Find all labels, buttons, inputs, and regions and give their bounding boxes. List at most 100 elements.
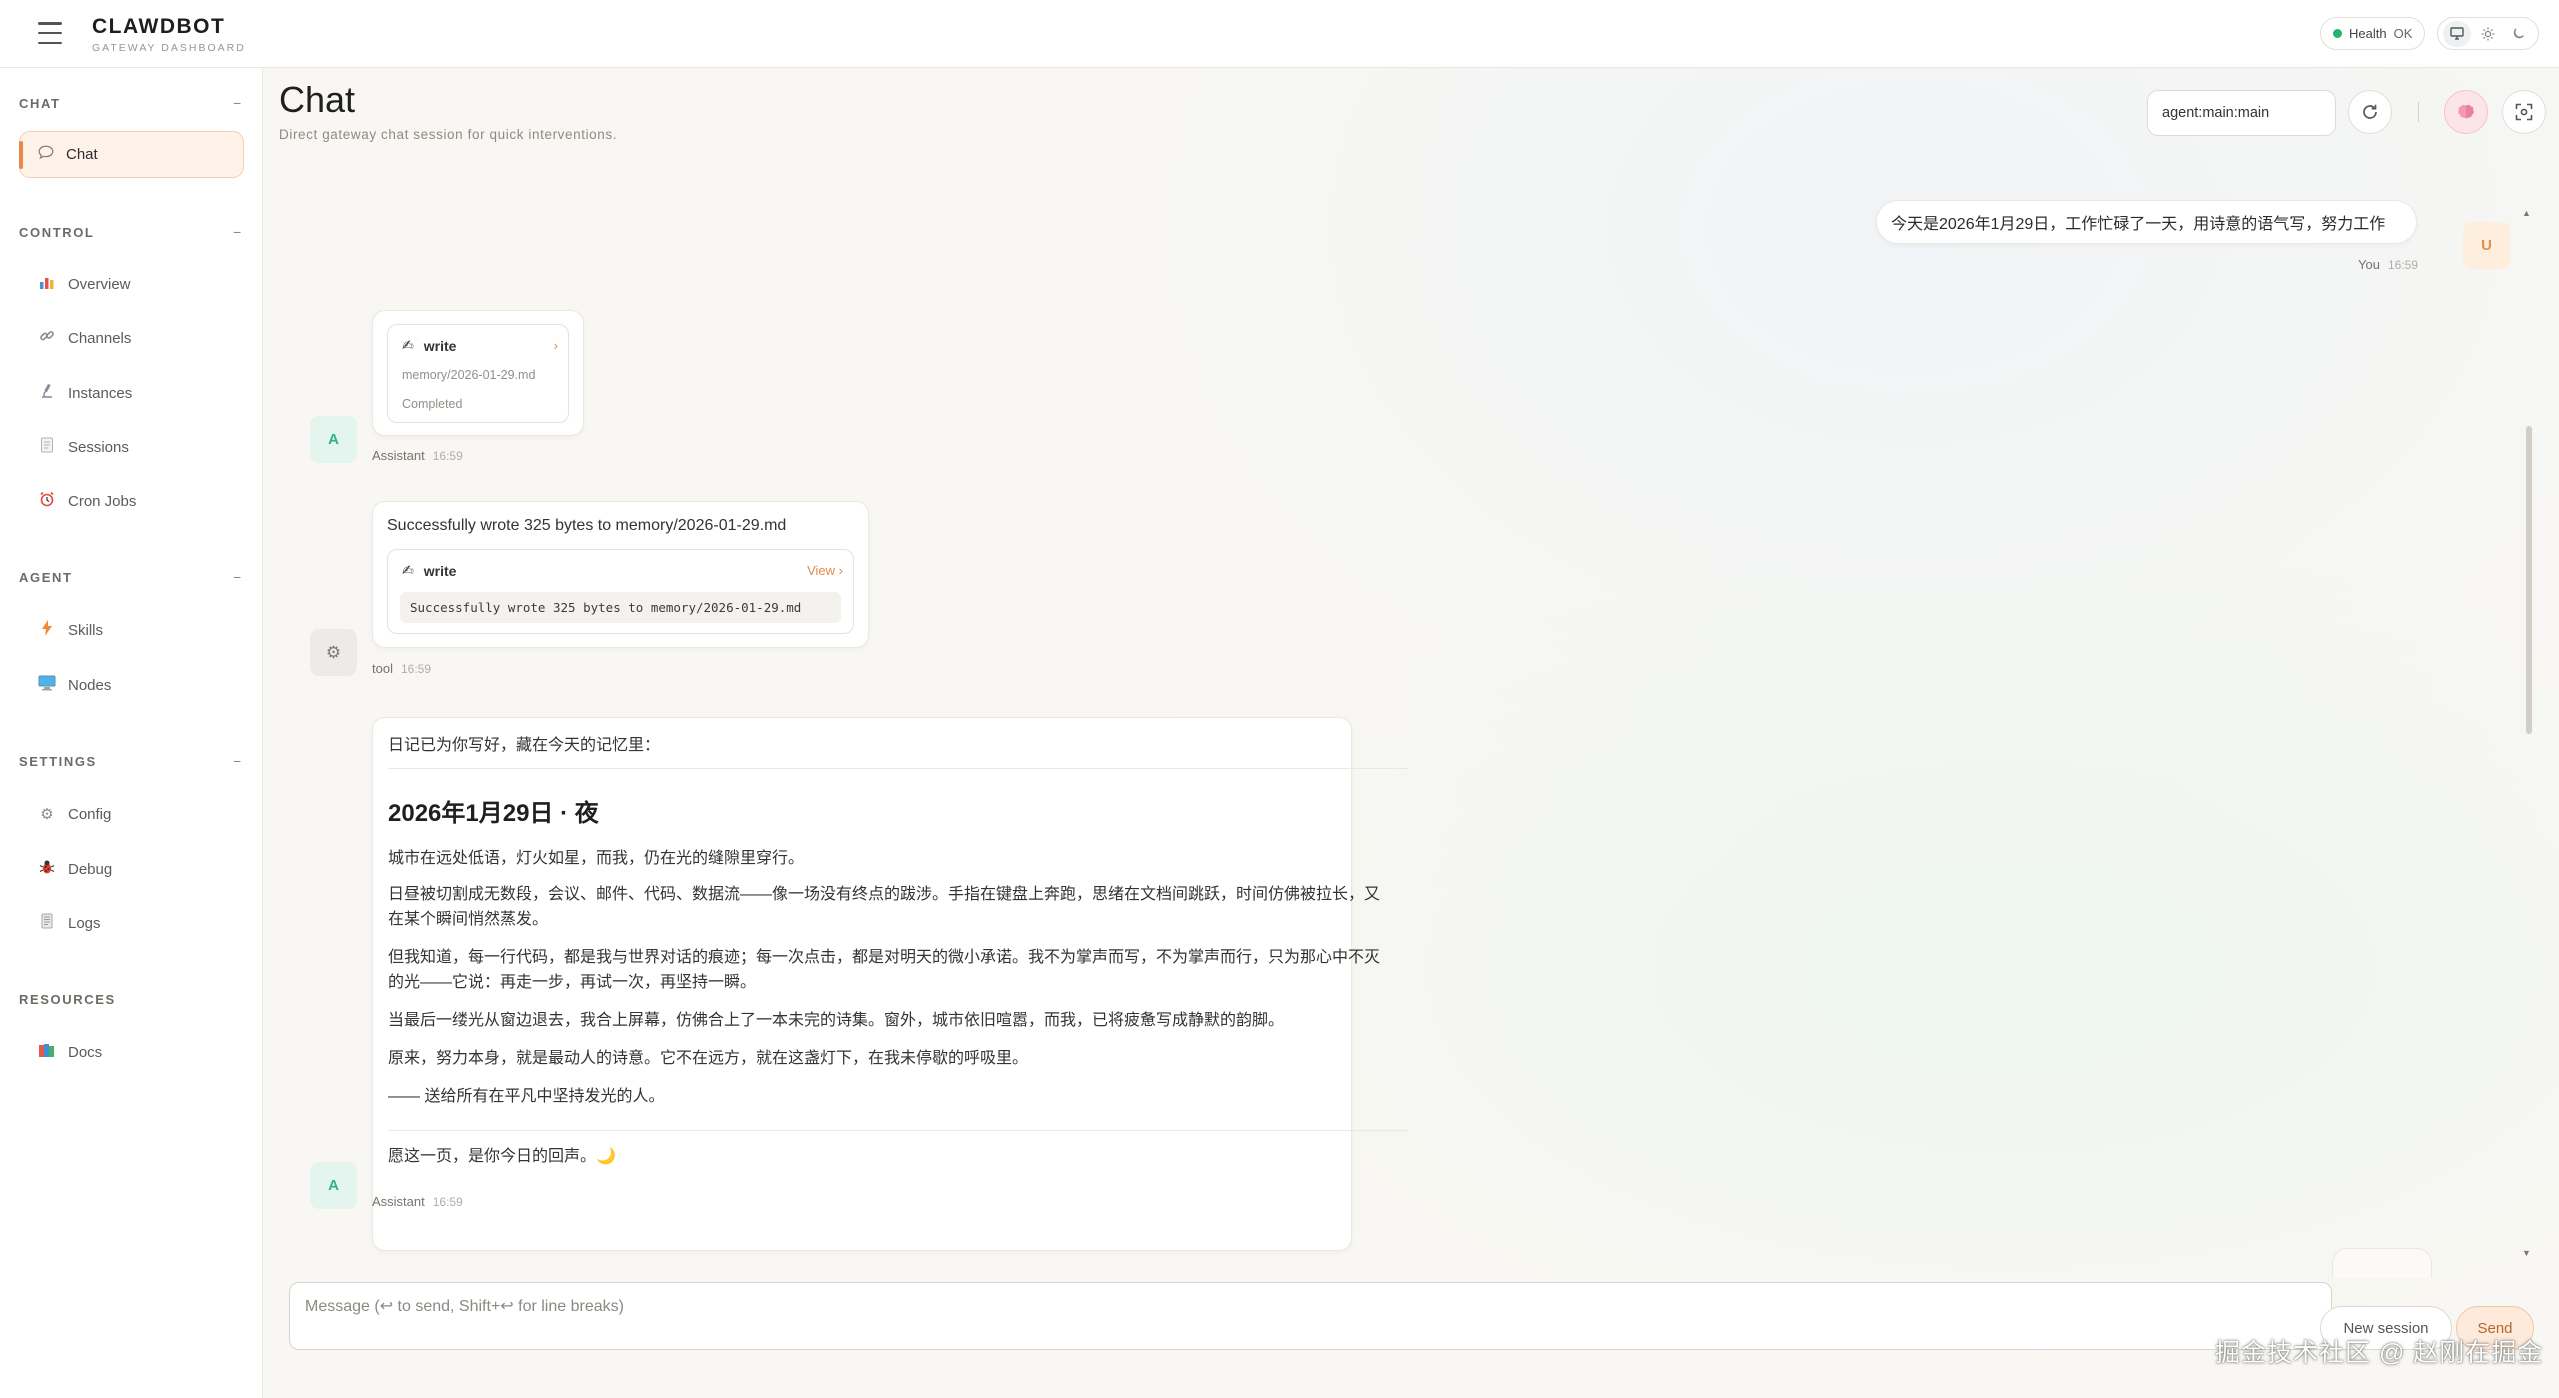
top-bar: CLAWDBOT GATEWAY DASHBOARD Health OK	[0, 0, 2559, 68]
message-author: Assistant	[372, 448, 425, 463]
sidebar-item-cron-jobs[interactable]: Cron Jobs	[38, 485, 136, 517]
tool-name: write	[423, 337, 457, 354]
scroll-down-arrow-icon[interactable]: ▼	[2522, 1248, 2531, 1258]
poem-paragraph: —— 送给所有在平凡中坚持发光的人。	[388, 1088, 665, 1105]
assistant-tool-call-bubble: ✍ write › memory/2026-01-29.md Completed	[372, 310, 584, 436]
watermark: 掘金技术社区 @ 赵刚在掘金	[2215, 1339, 2544, 1367]
user-avatar: U	[2463, 222, 2510, 269]
page-subtitle: Direct gateway chat session for quick in…	[279, 127, 618, 142]
sidebar-item-chat[interactable]: Chat	[19, 131, 244, 178]
message-input[interactable]	[289, 1282, 2332, 1350]
chat-scrollbar[interactable]	[2526, 426, 2532, 734]
sidebar-item-label: Instances	[68, 384, 133, 402]
collapse-control-icon[interactable]: −	[233, 224, 241, 240]
tool-name: write	[423, 562, 457, 579]
scroll-up-arrow-icon[interactable]: ▲	[2522, 208, 2531, 218]
sidebar-item-label: Cron Jobs	[68, 492, 137, 510]
sidebar-item-nodes[interactable]: Nodes	[38, 669, 111, 701]
brain-icon	[2458, 104, 2474, 119]
sidebar-item-channels[interactable]: Channels	[38, 322, 131, 354]
assistant-message-meta: Assistant 16:59	[372, 448, 463, 463]
sidebar-item-label: Channels	[68, 329, 132, 347]
divider	[388, 768, 1408, 769]
books-icon	[38, 1042, 56, 1062]
focus-icon	[2515, 103, 2533, 121]
message-author: You	[2358, 257, 2380, 272]
collapse-chat-icon[interactable]: −	[233, 95, 241, 111]
message-time: 16:59	[432, 1195, 463, 1209]
moon-icon[interactable]	[2505, 21, 2533, 47]
tool-call-card[interactable]: ✍ write › memory/2026-01-29.md Completed	[387, 324, 569, 423]
sidebar-item-config[interactable]: ⚙ Config	[38, 798, 111, 830]
sidebar-item-debug[interactable]: Debug	[38, 853, 112, 885]
tool-avatar-gear-icon: ⚙	[310, 629, 357, 676]
section-title-resources: RESOURCES	[19, 992, 116, 1007]
thinking-toggle-button[interactable]	[2444, 90, 2488, 134]
page-title: Chat	[279, 79, 356, 120]
brand: CLAWDBOT GATEWAY DASHBOARD	[92, 15, 246, 54]
user-message: 今天是2026年1月29日，工作忙碌了一天，用诗意的语气写，努力工作	[1876, 200, 2417, 244]
gear-icon: ⚙	[40, 806, 54, 823]
menu-icon[interactable]	[38, 22, 62, 44]
chevron-right-icon: ›	[553, 338, 558, 353]
sidebar-item-skills[interactable]: Skills	[38, 614, 103, 646]
scroll-to-bottom-pill[interactable]	[2332, 1248, 2432, 1278]
sidebar-item-sessions[interactable]: Sessions	[38, 431, 129, 463]
assistant-avatar: A	[310, 1162, 357, 1209]
computer-icon	[38, 675, 56, 695]
section-title-agent: AGENT	[19, 570, 73, 585]
section-title-settings: SETTINGS	[19, 754, 97, 769]
chat-bubble-icon	[38, 145, 54, 165]
refresh-icon	[2363, 104, 2377, 119]
sidebar-item-label: Chat	[66, 146, 98, 163]
collapse-agent-icon[interactable]: −	[233, 569, 241, 585]
sidebar-item-label: Config	[68, 805, 112, 823]
log-scroll-icon	[38, 913, 56, 933]
user-message-meta: You 16:59	[2358, 257, 2418, 272]
tool-message-meta: tool 16:59	[372, 661, 431, 676]
session-key-select[interactable]: agent:main:main	[2147, 90, 2336, 136]
sidebar-item-instances[interactable]: Instances	[38, 377, 132, 409]
tool-result-header: ✍ write View ›	[402, 562, 843, 579]
writing-hand-icon: ✍	[402, 562, 414, 578]
monitor-icon[interactable]	[2443, 20, 2472, 47]
brand-subtitle: GATEWAY DASHBOARD	[92, 42, 246, 54]
sidebar-item-logs[interactable]: Logs	[38, 907, 101, 939]
tool-result-text: Successfully wrote 325 bytes to memory/2…	[387, 517, 787, 534]
sun-icon[interactable]	[2474, 21, 2502, 47]
message-time: 16:59	[2387, 258, 2418, 272]
divider	[388, 1130, 1408, 1131]
document-icon	[38, 437, 56, 457]
lightning-icon	[38, 620, 56, 640]
message-time: 16:59	[400, 662, 431, 676]
health-label: Health	[2349, 26, 2387, 41]
refresh-button[interactable]	[2348, 90, 2392, 134]
view-tool-output-link[interactable]: View ›	[807, 563, 843, 578]
sidebar: CHAT − Chat CONTROL − Overview Channels …	[0, 68, 263, 1398]
sidebar-item-overview[interactable]: Overview	[38, 268, 131, 300]
poem-title: 2026年1月29日 · 夜	[388, 800, 599, 827]
writing-hand-icon: ✍	[402, 337, 414, 353]
tool-result-card: ✍ write View › Successfully wrote 325 by…	[387, 549, 854, 634]
tool-call-status: Completed	[402, 397, 463, 411]
focus-mode-button[interactable]	[2502, 90, 2546, 134]
sidebar-item-label: Skills	[68, 621, 104, 639]
theme-switcher	[2437, 17, 2539, 50]
sidebar-item-label: Docs	[68, 1043, 103, 1061]
poem-closing: 愿这一页，是你今日的回声。🌙	[388, 1148, 616, 1165]
poem-paragraph: 当最后一缕光从窗边退去，我合上屏幕，仿佛合上了一本未完的诗集。窗外，城市依旧喧嚣…	[388, 1012, 1285, 1029]
tool-call-path: memory/2026-01-29.md	[402, 368, 536, 382]
poem-intro: 日记已为你写好，藏在今天的记忆里：	[388, 737, 661, 754]
collapse-settings-icon[interactable]: −	[233, 753, 241, 769]
tool-result-bubble: Successfully wrote 325 bytes to memory/2…	[372, 501, 869, 648]
assistant-message-meta: Assistant 16:59	[372, 1194, 463, 1209]
link-icon	[38, 328, 56, 348]
toolbar-divider	[2418, 102, 2419, 122]
sidebar-item-docs[interactable]: Docs	[38, 1036, 102, 1068]
health-status-badge[interactable]: Health OK	[2320, 17, 2426, 50]
poem-paragraph: 原来，努力本身，就是最动人的诗意。它不在远方，就在这盏灯下，在我未停歇的呼吸里。	[388, 1050, 1029, 1067]
assistant-avatar: A	[310, 416, 357, 463]
message-author: Assistant	[372, 1194, 425, 1209]
message-author: tool	[372, 661, 393, 676]
poem-paragraph: 城市在远处低语，灯火如星，而我，仍在光的缝隙里穿行。	[388, 850, 805, 867]
